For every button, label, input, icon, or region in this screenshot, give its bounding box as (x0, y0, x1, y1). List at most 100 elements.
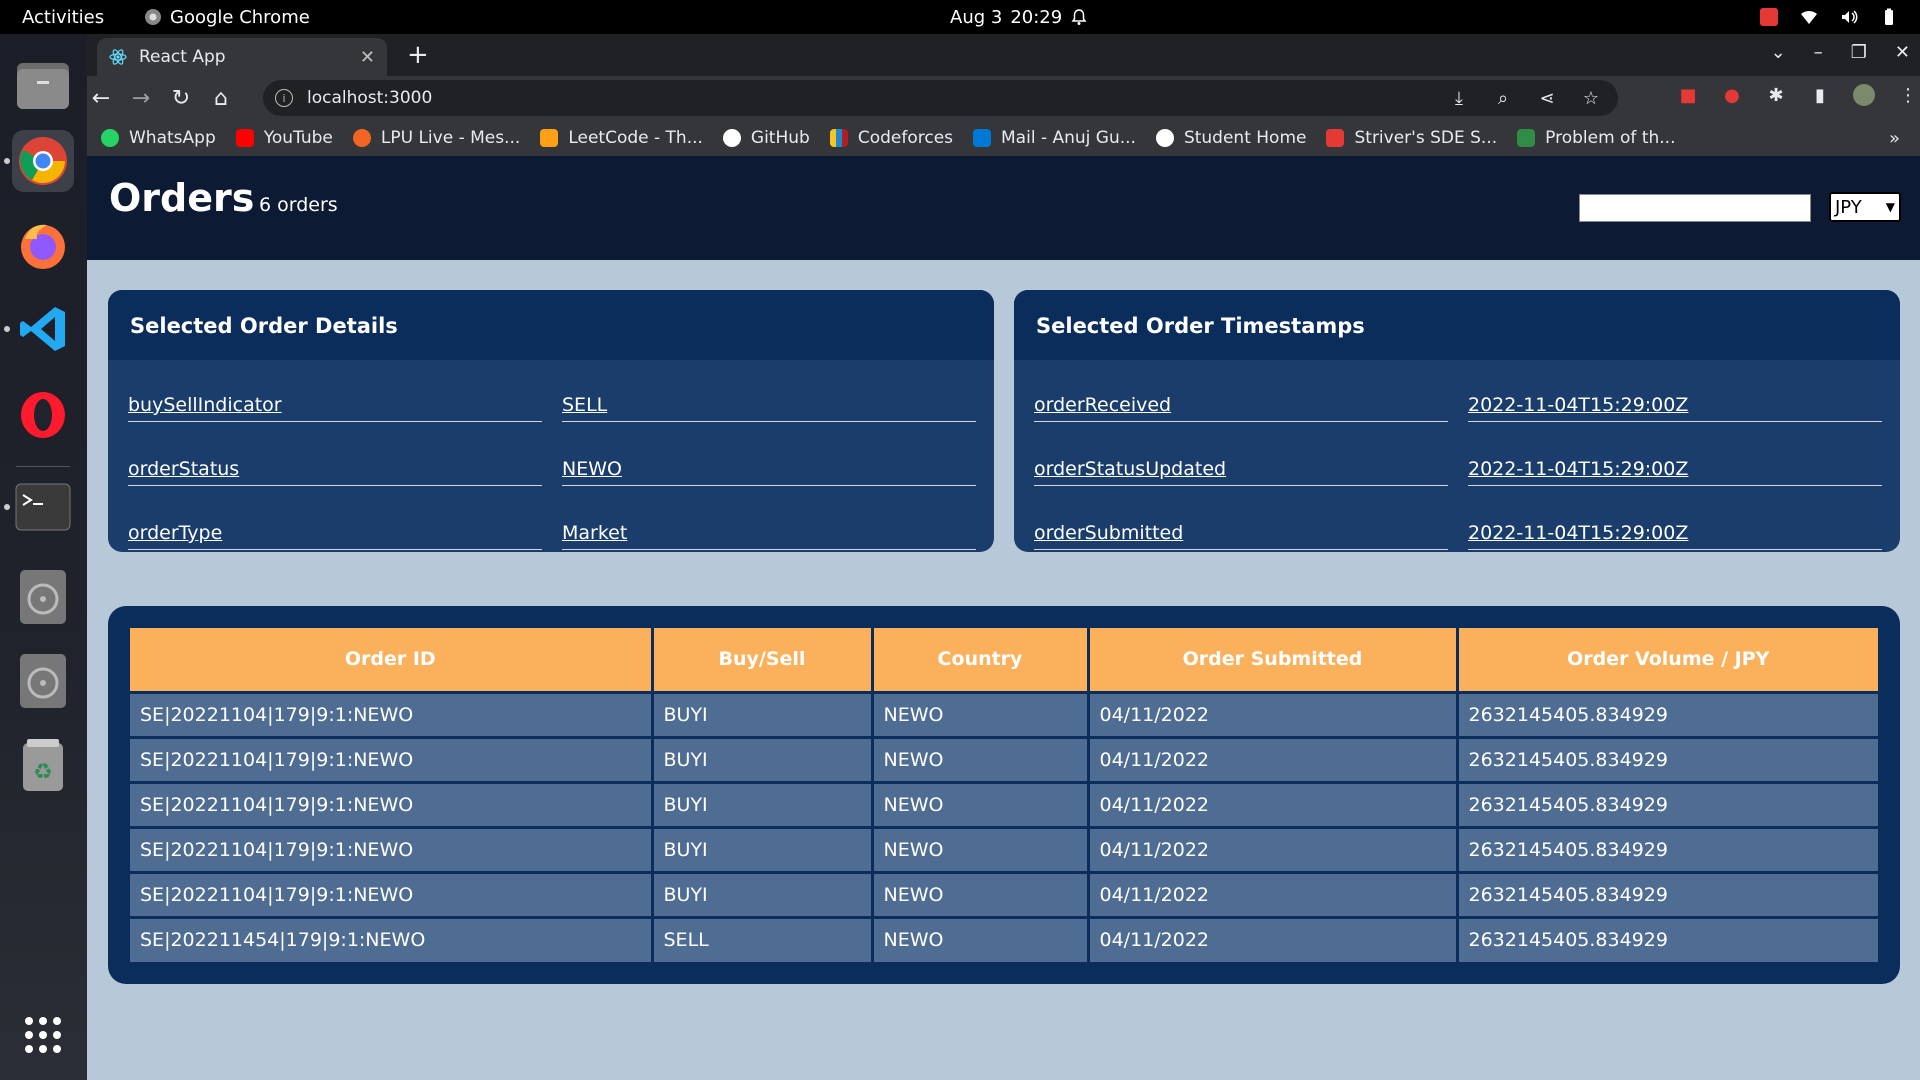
activities-button[interactable]: Activities (22, 7, 104, 28)
detail-row: orderType Market (128, 506, 976, 550)
app-menu-label: Google Chrome (170, 6, 310, 28)
extension-hand-icon[interactable]: ● (1721, 84, 1743, 106)
disk-icon (20, 654, 66, 708)
tab-search-icon[interactable]: ⌄ (1771, 42, 1786, 63)
bookmark-label: Mail - Anuj Gu... (1001, 128, 1136, 148)
bookmark-label: Striver's SDE S... (1354, 128, 1498, 148)
disk-dock-icon-2[interactable] (12, 650, 74, 712)
bookmark-item[interactable]: WhatsApp (101, 128, 216, 148)
bookmark-label: Student Home (1183, 128, 1307, 148)
currency-select[interactable]: JPY ▼ (1829, 192, 1901, 222)
bookmark-star-icon[interactable]: ☆ (1580, 87, 1602, 109)
order-details-card: Selected Order Details buySellIndicator … (108, 290, 994, 552)
cell-country: NEWO (872, 735, 1090, 782)
opera-logo-icon (21, 392, 65, 438)
timestamp-value: 2022-11-04T15:29:00Z (1468, 506, 1882, 550)
app-grid-button[interactable] (12, 1004, 74, 1066)
home-button[interactable]: ⌂ (207, 84, 235, 112)
folder-icon (17, 63, 69, 109)
table-row[interactable]: SE|202211454|179|9:1:NEWO SELL NEWO 04/1… (130, 915, 1878, 962)
bookmark-item[interactable]: Student Home (1155, 128, 1307, 148)
cell-order-submitted: 04/11/2022 (1088, 735, 1459, 782)
column-header-country[interactable]: Country (872, 628, 1090, 692)
restore-button[interactable]: ❐ (1851, 42, 1867, 63)
column-header-order-volume[interactable]: Order Volume / JPY (1457, 628, 1878, 692)
orders-table-body: SE|20221104|179|9:1:NEWO BUYI NEWO 04/11… (130, 690, 1878, 962)
vscode-dock-icon[interactable] (12, 298, 74, 360)
cell-buy-sell: SELL (652, 915, 874, 962)
chrome-icon (145, 9, 161, 25)
disk-dock-icon[interactable] (12, 566, 74, 628)
extension-red-icon[interactable]: ■ (1677, 84, 1699, 106)
bookmark-item[interactable]: GitHub (722, 128, 810, 148)
wifi-icon[interactable] (1800, 8, 1818, 26)
table-row[interactable]: SE|20221104|179|9:1:NEWO BUYI NEWO 04/11… (130, 735, 1878, 782)
running-indicator (4, 158, 10, 164)
clock-time: 20:29 (1010, 6, 1063, 28)
chrome-dock-icon[interactable] (12, 130, 74, 192)
timestamp-key: orderReceived (1034, 378, 1448, 422)
detail-key: buySellIndicator (128, 378, 542, 422)
volume-icon[interactable] (1840, 8, 1858, 26)
system-tray[interactable] (1760, 8, 1898, 26)
tab-react-app[interactable]: React App ✕ (97, 38, 387, 76)
cell-buy-sell: BUYI (652, 690, 874, 737)
bookmark-item[interactable]: LeetCode - Th... (540, 128, 703, 148)
bookmark-item[interactable]: Mail - Anuj Gu... (973, 128, 1136, 148)
detail-row: buySellIndicator SELL (128, 378, 976, 422)
table-row[interactable]: SE|20221104|179|9:1:NEWO BUYI NEWO 04/11… (130, 870, 1878, 917)
terminal-dock-icon[interactable] (12, 476, 74, 538)
currency-select-value: JPY (1835, 196, 1862, 218)
bookmark-item[interactable]: Codeforces (829, 128, 953, 148)
firefox-dock-icon[interactable] (12, 214, 74, 276)
site-info-icon[interactable]: i (275, 89, 293, 107)
reload-button[interactable]: ↻ (167, 84, 195, 112)
anydesk-icon[interactable] (1760, 8, 1778, 26)
page-title: Orders (109, 176, 255, 220)
install-app-icon[interactable]: ⤓ (1448, 87, 1470, 109)
cell-order-submitted: 04/11/2022 (1088, 780, 1459, 827)
profile-avatar[interactable] (1853, 84, 1875, 106)
table-row[interactable]: SE|20221104|179|9:1:NEWO BUYI NEWO 04/11… (130, 825, 1878, 872)
table-row[interactable]: SE|20221104|179|9:1:NEWO BUYI NEWO 04/11… (130, 780, 1878, 827)
cell-buy-sell: BUYI (652, 870, 874, 917)
bookmark-item[interactable]: Striver's SDE S... (1326, 128, 1497, 148)
address-bar[interactable]: i localhost:3000 ⤓ ⌕ ⋖ ☆ (263, 80, 1618, 116)
more-menu-icon[interactable]: ⋮ (1897, 84, 1919, 106)
timestamp-key: orderSubmitted (1034, 506, 1448, 550)
trash-dock-icon[interactable]: ♻ (12, 734, 74, 796)
cell-buy-sell: BUYI (652, 780, 874, 827)
share-icon[interactable]: ⋖ (1536, 87, 1558, 109)
forward-button[interactable]: → (127, 84, 155, 112)
extensions-puzzle-icon[interactable]: ✱ (1765, 84, 1787, 106)
close-window-button[interactable]: ✕ (1895, 42, 1910, 63)
column-header-order-submitted[interactable]: Order Submitted (1088, 628, 1459, 692)
address-bar-url: localhost:3000 (307, 88, 433, 108)
table-row[interactable]: SE|20221104|179|9:1:NEWO BUYI NEWO 04/11… (130, 690, 1878, 737)
battery-icon[interactable] (1880, 8, 1898, 26)
close-tab-icon[interactable]: ✕ (360, 47, 375, 68)
column-header-buy-sell[interactable]: Buy/Sell (652, 628, 874, 692)
youtube-icon (235, 129, 254, 147)
side-panel-icon[interactable]: ▮ (1809, 84, 1831, 106)
globe-icon (1155, 129, 1174, 147)
bookmark-item[interactable]: YouTube (235, 128, 333, 148)
bookmark-item[interactable]: LPU Live - Mes... (352, 128, 520, 148)
search-input[interactable] (1579, 194, 1811, 222)
app-menu[interactable]: Google Chrome (144, 7, 310, 28)
detail-value: Market (562, 506, 976, 550)
bookmark-item[interactable]: Problem of th... (1517, 128, 1675, 148)
cell-country: NEWO (872, 825, 1090, 872)
bookmarks-overflow-icon[interactable]: » (1889, 128, 1900, 149)
order-timestamps-title: Selected Order Timestamps (1014, 290, 1900, 360)
zoom-icon[interactable]: ⌕ (1492, 87, 1514, 109)
files-icon[interactable] (12, 54, 74, 116)
back-button[interactable]: ← (87, 84, 115, 112)
clock[interactable]: Aug 3 20:29 (950, 7, 1088, 28)
cell-order-id: SE|20221104|179|9:1:NEWO (130, 870, 654, 917)
new-tab-button[interactable]: + (407, 42, 429, 68)
minimize-button[interactable]: – (1814, 42, 1823, 63)
opera-dock-icon[interactable] (12, 384, 74, 446)
column-header-order-id[interactable]: Order ID (130, 628, 654, 692)
timestamp-row: orderStatusUpdated 2022-11-04T15:29:00Z (1034, 442, 1882, 486)
